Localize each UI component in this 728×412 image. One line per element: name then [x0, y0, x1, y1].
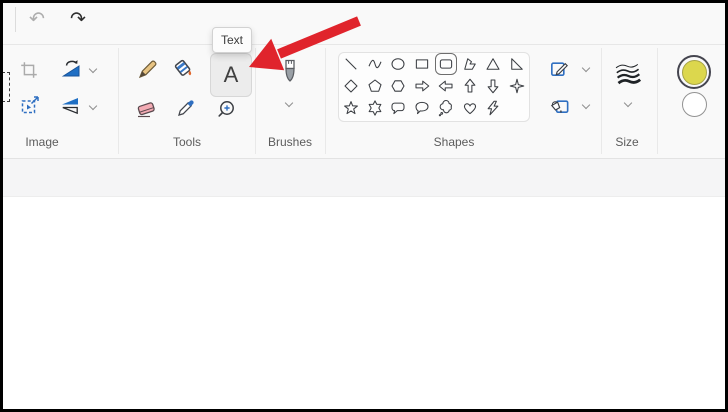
rotate-dropdown-chevron[interactable]	[89, 66, 97, 74]
color-picker-button[interactable]	[172, 92, 202, 122]
shape-fill-icon	[550, 99, 568, 113]
magnifier-icon	[218, 101, 234, 117]
eraser-icon	[137, 102, 155, 118]
star-five-icon	[343, 101, 358, 115]
tools-group-label: Tools	[172, 135, 201, 149]
tooltip-text: Text	[220, 33, 243, 47]
arrow-up-icon	[464, 78, 476, 93]
flip-button[interactable]	[55, 91, 85, 121]
shape-rectangle[interactable]	[411, 53, 433, 75]
size-group-label: Size	[615, 135, 639, 149]
paint-window: ↶ ↷ Image A Tools Brushes Shapes Size Te…	[0, 0, 728, 412]
arrow-down-icon	[487, 79, 499, 94]
select-button[interactable]	[0, 72, 10, 102]
brushes-dropdown-chevron[interactable]	[285, 100, 293, 108]
shape-lightning[interactable]	[482, 97, 504, 119]
shape-right-triangle[interactable]	[506, 53, 528, 75]
hexagon-icon	[391, 80, 405, 92]
undo-icon: ↶	[29, 8, 45, 30]
shape-star-five[interactable]	[340, 97, 362, 119]
shape-triangle[interactable]	[482, 53, 504, 75]
magnifier-button[interactable]	[212, 95, 242, 125]
primary-color-swatch[interactable]	[677, 55, 711, 89]
shape-diamond[interactable]	[340, 75, 362, 97]
right-triangle-icon	[511, 58, 523, 70]
speech-cloud-icon	[438, 100, 452, 117]
heart-icon	[463, 103, 476, 115]
crop-icon	[21, 62, 37, 78]
star-four-icon	[509, 78, 525, 94]
section-divider	[118, 48, 119, 154]
undo-button[interactable]: ↶	[23, 5, 51, 33]
shape-polygon[interactable]	[459, 53, 481, 75]
rounded-rectangle-icon	[439, 59, 453, 69]
shapes-group-label: Shapes	[433, 135, 475, 149]
text-tool-icon: A	[223, 62, 239, 87]
shape-hexagon[interactable]	[387, 75, 409, 97]
crop-button[interactable]	[14, 55, 44, 85]
annotation-arrow	[249, 16, 361, 71]
diamond-icon	[344, 79, 358, 93]
rotate-icon	[61, 60, 80, 77]
canvas[interactable]	[0, 196, 728, 412]
shape-rounded-rectangle[interactable]	[434, 53, 457, 75]
shape-oval[interactable]	[387, 53, 409, 75]
polygon-icon	[463, 58, 476, 70]
arrow-left-icon	[438, 80, 453, 92]
size-dropdown-chevron[interactable]	[624, 100, 632, 108]
resize-icon	[21, 96, 39, 114]
resize-button[interactable]	[15, 90, 45, 120]
shape-fill-button[interactable]	[546, 92, 572, 118]
rotate-button[interactable]	[56, 54, 86, 84]
lightning-icon	[487, 100, 499, 116]
shape-outline-chevron[interactable]	[582, 65, 590, 73]
shape-star-six[interactable]	[364, 97, 386, 119]
shape-arrow-up[interactable]	[459, 75, 481, 97]
secondary-color-swatch[interactable]	[682, 92, 707, 117]
pencil-icon	[138, 60, 157, 79]
arrow-right-icon	[415, 80, 430, 92]
shape-arrow-down[interactable]	[482, 75, 504, 97]
shape-speech-rounded[interactable]	[387, 97, 409, 119]
image-group-label: Image	[25, 135, 59, 149]
pentagon-icon	[368, 79, 382, 92]
shape-outline-button[interactable]	[546, 55, 572, 81]
shape-fill-chevron[interactable]	[582, 102, 590, 110]
triangle-icon	[486, 58, 500, 70]
rectangle-icon	[415, 59, 429, 69]
shape-speech-oval[interactable]	[411, 97, 433, 119]
brushes-group-label: Brushes	[267, 135, 313, 149]
redo-button[interactable]: ↷	[64, 5, 92, 33]
primary-color-dot	[681, 59, 707, 85]
flip-icon	[62, 98, 78, 115]
speech-rounded-icon	[391, 102, 405, 115]
shape-arrow-left[interactable]	[435, 75, 457, 97]
ribbon-canvas-gap	[0, 158, 728, 196]
shape-heart[interactable]	[459, 97, 481, 119]
curve-icon	[368, 59, 382, 69]
line-size-icon	[615, 63, 642, 85]
topbar-divider	[15, 7, 16, 32]
eraser-button[interactable]	[131, 93, 161, 123]
redo-icon: ↷	[70, 8, 86, 30]
shape-star-four[interactable]	[506, 75, 528, 97]
fill-color-button[interactable]	[167, 53, 197, 83]
oval-icon	[391, 58, 405, 70]
flip-dropdown-chevron[interactable]	[89, 103, 97, 111]
shape-outline-icon	[550, 61, 568, 76]
speech-oval-icon	[415, 101, 429, 115]
shape-speech-cloud[interactable]	[435, 97, 457, 119]
fill-color-icon	[174, 59, 192, 76]
star-six-icon	[368, 100, 381, 116]
shape-pentagon[interactable]	[364, 75, 386, 97]
color-picker-icon	[178, 100, 194, 116]
shape-arrow-right[interactable]	[411, 75, 433, 97]
pencil-button[interactable]	[132, 55, 162, 85]
size-button[interactable]	[612, 58, 644, 88]
